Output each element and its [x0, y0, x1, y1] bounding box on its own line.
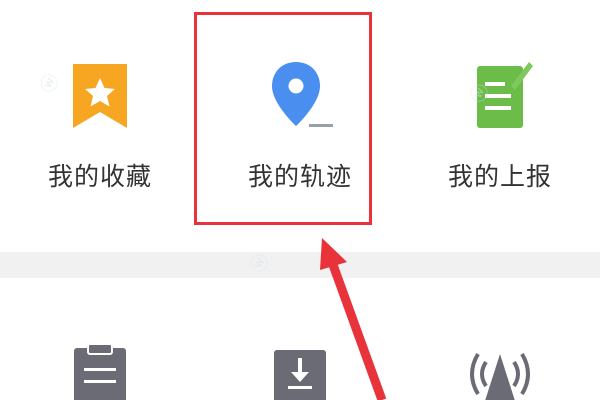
- signal-tile[interactable]: [400, 278, 600, 400]
- my-favorites-label: 我的收藏: [47, 162, 152, 191]
- clipboard-icon: [74, 343, 126, 400]
- profile-menu-screen: 我的收藏 我的轨迹 我的上报 ⓦ ⓦ ⓦ: [0, 0, 600, 400]
- my-track-tile[interactable]: 我的轨迹: [200, 0, 400, 250]
- download-icon: [274, 350, 326, 400]
- download-tile[interactable]: [200, 278, 400, 400]
- report-note-icon: [477, 62, 533, 128]
- favorites-icon: [73, 64, 127, 128]
- my-reports-label: 我的上报: [447, 162, 552, 191]
- signal-broadcast-icon: [470, 352, 530, 400]
- my-favorites-tile[interactable]: 我的收藏: [0, 0, 200, 250]
- location-pin-icon: [272, 62, 333, 127]
- menu-row-bottom: [0, 278, 600, 400]
- section-divider: [0, 252, 600, 278]
- my-track-label: 我的轨迹: [247, 162, 352, 191]
- clipboard-tile[interactable]: [0, 278, 200, 400]
- my-reports-tile[interactable]: 我的上报: [400, 0, 600, 250]
- menu-row-top: 我的收藏 我的轨迹 我的上报: [0, 0, 600, 250]
